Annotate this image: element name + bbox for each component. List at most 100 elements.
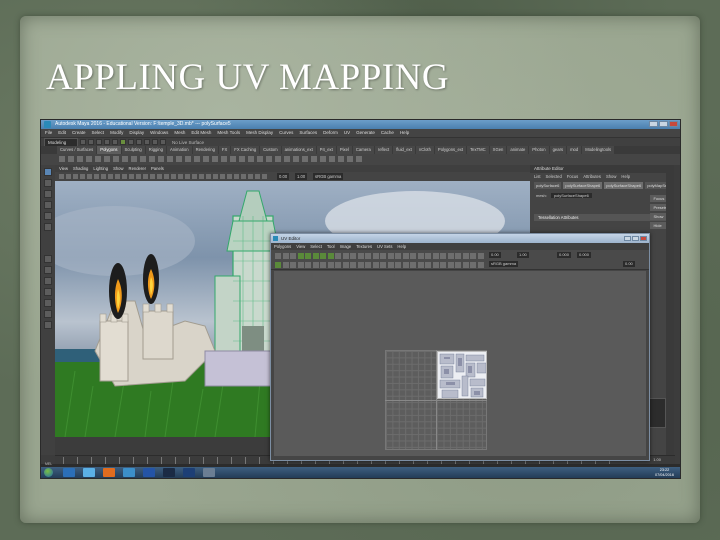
shelf-tab-animations-ext-9[interactable]: animations_ext (281, 146, 316, 154)
shelf-tab-animate-19[interactable]: animate (507, 146, 529, 154)
open-scene-icon[interactable] (88, 139, 94, 145)
menu-deform-13[interactable]: Deform (323, 129, 338, 137)
shelf-tab-custom-8[interactable]: Custom (260, 146, 281, 154)
shelf-tab-fx-6[interactable]: FX (218, 146, 231, 154)
select-by-hierarchy-icon[interactable] (120, 139, 126, 145)
system-clock[interactable]: 23:22 07/04/2016 (655, 468, 674, 477)
uv-tool-row2-icon-10[interactable] (350, 262, 356, 268)
close-icon[interactable] (669, 121, 678, 127)
shelf-tab-rendering-5[interactable]: Rendering (192, 146, 218, 154)
shelf-tool-icon-16[interactable] (203, 156, 209, 162)
shelf-tab-ncloth-15[interactable]: nCloth (415, 146, 434, 154)
shelf-tool-icon-33[interactable] (356, 156, 362, 162)
uv-tool-icon-21[interactable] (432, 253, 439, 259)
select-by-component-icon[interactable] (136, 139, 142, 145)
menu-cache-16[interactable]: Cache (381, 129, 394, 137)
shelf-tool-icon-12[interactable] (167, 156, 173, 162)
folder-taskbar-icon[interactable] (203, 468, 215, 477)
uv-canvas[interactable] (274, 271, 646, 456)
uv-menu-polygons-0[interactable]: Polygons (274, 243, 291, 250)
media-taskbar-icon[interactable] (103, 468, 115, 477)
uv-close-icon[interactable] (640, 236, 647, 241)
shelf-tool-icon-13[interactable] (176, 156, 182, 162)
shelf-tool-icon-21[interactable] (248, 156, 254, 162)
attr-menu-show-4[interactable]: Show (606, 173, 616, 180)
menu-select-3[interactable]: Select (92, 129, 105, 137)
shelf-tool-icon-30[interactable] (329, 156, 335, 162)
uv-menu-uv-sets-6[interactable]: UV Sets (377, 243, 392, 250)
uv-field-e[interactable]: 0.00 (623, 261, 635, 267)
shelf-tab-gears-21[interactable]: gears (549, 146, 567, 154)
shelf-tool-icon-2[interactable] (77, 156, 83, 162)
viewport-tool-icon-16[interactable] (171, 174, 176, 179)
uv-tool-icon-17[interactable] (402, 253, 409, 259)
shelf-tab-modelingtools-23[interactable]: Modelingtools (582, 146, 615, 154)
viewport-tool-icon-21[interactable] (206, 174, 211, 179)
viewport-menu-show-3[interactable]: Show (113, 165, 123, 172)
maximize-icon[interactable] (659, 121, 668, 127)
shelf-tool-icon-7[interactable] (122, 156, 128, 162)
shelf-tab-polygons-1[interactable]: Polygons (97, 146, 121, 154)
viewport-tool-icon-10[interactable] (129, 174, 134, 179)
uv-tool-icon-16[interactable] (395, 253, 401, 259)
uv-tool-icon-26[interactable] (470, 253, 476, 259)
snap-grid-icon[interactable] (144, 139, 150, 145)
viewport-tool-icon-19[interactable] (192, 174, 197, 179)
uv-tool-icon-11[interactable] (357, 253, 364, 259)
move-tool-icon[interactable] (44, 201, 52, 209)
menu-create-2[interactable]: Create (72, 129, 86, 137)
shelf-tool-icon-1[interactable] (68, 156, 74, 162)
uv-tool-row2-icon-19[interactable] (417, 262, 424, 268)
uv-tool-icon-3[interactable] (297, 253, 304, 259)
attr-menu-selected-1[interactable]: Selected (546, 173, 562, 180)
viewport-tool-icon-8[interactable] (115, 174, 120, 179)
uv-tool-row2-icon-20[interactable] (425, 262, 431, 268)
script-layout-icon[interactable] (44, 321, 52, 329)
viewport-far-field[interactable]: 1.00 (295, 173, 308, 180)
shelf-tool-icon-0[interactable] (59, 156, 65, 162)
uv-tool-row2-icon-3[interactable] (297, 262, 304, 268)
viewport-tool-icon-28[interactable] (255, 174, 260, 179)
uv-tool-icon-24[interactable] (455, 253, 461, 259)
shelf-tool-icon-22[interactable] (257, 156, 263, 162)
attr-tab-polysurfaceshape6-1[interactable]: polySurfaceShape6 (563, 182, 603, 189)
viewport-tool-icon-9[interactable] (122, 174, 127, 179)
shelf-tab-mod-22[interactable]: mod (567, 146, 582, 154)
menu-file-0[interactable]: File (45, 129, 52, 137)
snap-curve-icon[interactable] (152, 139, 158, 145)
uv-colorspace-field[interactable]: sRGB gamma (489, 261, 519, 267)
uv-tool-icon-18[interactable] (410, 253, 416, 259)
uv-tool-icon-22[interactable] (440, 253, 446, 259)
uv-tool-row2-icon-7[interactable] (327, 262, 334, 268)
uv-tool-icon-14[interactable] (380, 253, 386, 259)
shelf-tab-fx-caching-7[interactable]: FX Caching (231, 146, 260, 154)
shelf-tab-rigging-3[interactable]: Rigging (145, 146, 166, 154)
shelf-tool-icon-25[interactable] (284, 156, 290, 162)
uv-tool-row2-icon-17[interactable] (402, 262, 409, 268)
viewport-tool-icon-11[interactable] (136, 174, 141, 179)
ie-taskbar-icon[interactable] (83, 468, 95, 477)
uv-tool-row2-icon-8[interactable] (335, 262, 341, 268)
uv-tool-icon-19[interactable] (417, 253, 424, 259)
viewport-tool-icon-4[interactable] (87, 174, 92, 179)
uv-tool-row2-icon-1[interactable] (282, 262, 289, 268)
shelf-tool-icon-26[interactable] (293, 156, 299, 162)
menu-edit-mesh-8[interactable]: Edit Mesh (191, 129, 211, 137)
select-by-object-icon[interactable] (128, 139, 134, 145)
start-button-icon[interactable] (44, 468, 53, 477)
viewport-tool-icon-23[interactable] (220, 174, 225, 179)
shelf-tool-icon-5[interactable] (104, 156, 110, 162)
uv-tool-icon-7[interactable] (327, 253, 334, 259)
outliner-layout-icon[interactable] (44, 288, 52, 296)
shelf-tool-icon-14[interactable] (185, 156, 191, 162)
uv-tool-row2-icon-0[interactable] (275, 262, 281, 268)
shelf-tool-icon-15[interactable] (194, 156, 200, 162)
uv-tool-row2-icon-18[interactable] (410, 262, 416, 268)
shelf-tab-camera-12[interactable]: Camera (352, 146, 374, 154)
uv-tool-icon-6[interactable] (320, 253, 326, 259)
uv-tool-row2-icon-15[interactable] (387, 262, 394, 268)
uv-tool-row2-icon-25[interactable] (462, 262, 469, 268)
menu-generate-15[interactable]: Generate (356, 129, 375, 137)
uv-tool-icon-27[interactable] (477, 253, 484, 259)
viewport-tool-icon-6[interactable] (101, 174, 106, 179)
